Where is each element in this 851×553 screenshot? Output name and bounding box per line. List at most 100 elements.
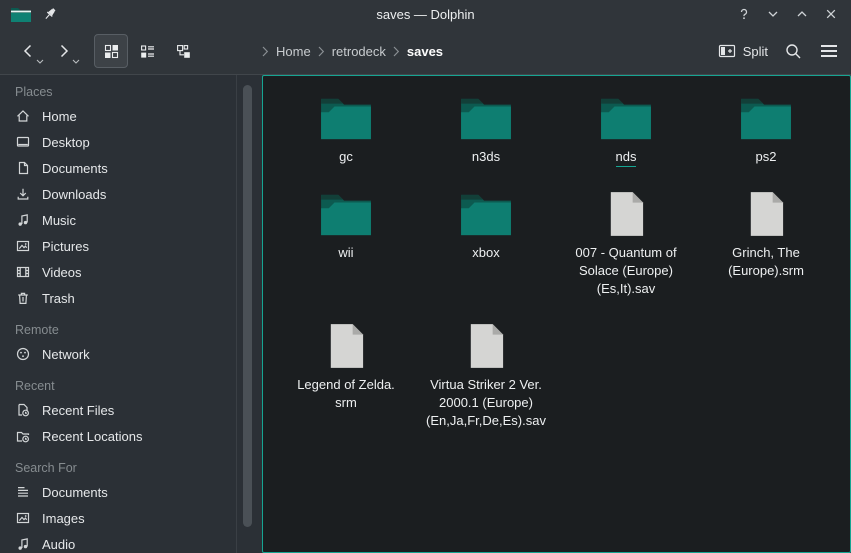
item-label: wii — [338, 244, 353, 262]
download-icon — [15, 186, 31, 202]
music-note-icon — [15, 212, 31, 228]
sidebar-item-network[interactable]: Network — [0, 341, 262, 367]
section-header: Search For — [0, 457, 262, 479]
sidebar-section-remote: RemoteNetwork — [0, 319, 262, 367]
item-label: xbox — [472, 244, 499, 262]
titlebar: saves — Dolphin — [0, 0, 851, 28]
sidebar-item-label: Images — [42, 511, 85, 526]
sidebar-item-label: Recent Locations — [42, 429, 142, 444]
toolbar: Home retrodeck saves Split — [0, 28, 851, 74]
maximize-icon[interactable] — [792, 4, 812, 24]
item-label: n3ds — [472, 148, 500, 166]
icons-view-icon — [103, 43, 120, 60]
icons-view-button[interactable] — [94, 34, 128, 68]
sidebar-scrollbar[interactable] — [243, 85, 252, 527]
item-label: 007 - Quantum ofSolace (Europe)(Es,It).s… — [575, 244, 676, 298]
sidebar-section-search-for: Search ForDocuments Images Audio — [0, 457, 262, 553]
file-item-legend-of-zelda[interactable]: Legend of Zelda.srm — [276, 316, 416, 448]
back-icon — [19, 42, 37, 60]
recent-locations-icon — [15, 428, 31, 444]
file-icon — [747, 190, 785, 238]
item-label: nds — [616, 148, 637, 166]
sidebar-item-recent-files[interactable]: Recent Files — [0, 397, 262, 423]
back-button[interactable] — [12, 35, 44, 67]
image-icon — [15, 510, 31, 526]
minimize-icon[interactable] — [763, 4, 783, 24]
file-item-grinch-the[interactable]: Grinch, The(Europe).srm — [696, 184, 836, 316]
file-item-007-quantum-of[interactable]: 007 - Quantum ofSolace (Europe)(Es,It).s… — [556, 184, 696, 316]
tree-view-button[interactable] — [166, 34, 200, 68]
folder-item-gc[interactable]: gc — [276, 88, 416, 184]
film-icon — [15, 264, 31, 280]
sidebar-item-pictures[interactable]: Pictures — [0, 233, 262, 259]
pin-icon[interactable] — [42, 6, 58, 22]
window-title: saves — Dolphin — [0, 7, 851, 22]
folder-item-n3ds[interactable]: n3ds — [416, 88, 556, 184]
breadcrumb: Home retrodeck saves — [262, 44, 443, 59]
sidebar-item-label: Videos — [42, 265, 82, 280]
search-icon[interactable] — [784, 42, 803, 61]
chevron-down-icon — [72, 59, 80, 64]
section-header: Recent — [0, 375, 262, 397]
folder-item-nds[interactable]: nds — [556, 88, 696, 184]
breadcrumb-home[interactable]: Home — [276, 44, 311, 59]
chevron-right-icon — [262, 46, 269, 57]
sidebar-item-music[interactable]: Music — [0, 207, 262, 233]
file-icon — [327, 322, 365, 370]
split-button[interactable]: Split — [718, 43, 768, 59]
item-label: gc — [339, 148, 353, 166]
folder-view[interactable]: gc n3ds nds ps2 wii xbox 007 - Quantum ofSolac… — [262, 75, 851, 553]
places-panel: PlacesHome Desktop Documents Downloads Music… — [0, 75, 262, 553]
sidebar-item-images[interactable]: Images — [0, 505, 262, 531]
sidebar-item-documents[interactable]: Documents — [0, 155, 262, 181]
file-icon — [467, 322, 505, 370]
sidebar-item-home[interactable]: Home — [0, 103, 262, 129]
sidebar-item-recent-locations[interactable]: Recent Locations — [0, 423, 262, 449]
details-view-button[interactable] — [130, 34, 164, 68]
folder-icon — [319, 94, 373, 142]
item-label: ps2 — [756, 148, 777, 166]
sidebar-item-label: Desktop — [42, 135, 90, 150]
hamburger-menu-icon[interactable] — [819, 43, 839, 59]
sidebar-item-label: Recent Files — [42, 403, 114, 418]
sidebar-item-label: Downloads — [42, 187, 106, 202]
breadcrumb-retrodeck[interactable]: retrodeck — [332, 44, 386, 59]
music-note-icon — [15, 536, 31, 552]
sidebar-item-trash[interactable]: Trash — [0, 285, 262, 311]
help-icon[interactable] — [734, 4, 754, 24]
folder-item-ps2[interactable]: ps2 — [696, 88, 836, 184]
text-lines-icon — [15, 484, 31, 500]
folder-item-wii[interactable]: wii — [276, 184, 416, 316]
breadcrumb-current[interactable]: saves — [407, 44, 443, 59]
details-view-icon — [139, 43, 156, 60]
sidebar-item-downloads[interactable]: Downloads — [0, 181, 262, 207]
sidebar-item-label: Trash — [42, 291, 75, 306]
folder-icon — [599, 94, 653, 142]
sidebar-item-videos[interactable]: Videos — [0, 259, 262, 285]
sidebar-item-label: Music — [42, 213, 76, 228]
close-icon[interactable] — [821, 4, 841, 24]
sidebar-item-label: Network — [42, 347, 90, 362]
folder-icon — [459, 94, 513, 142]
tree-view-icon — [175, 43, 192, 60]
sidebar-item-desktop[interactable]: Desktop — [0, 129, 262, 155]
section-header: Places — [0, 81, 262, 103]
chevron-right-icon — [393, 46, 400, 57]
desktop-icon — [15, 134, 31, 150]
home-icon — [15, 108, 31, 124]
image-icon — [15, 238, 31, 254]
folder-item-xbox[interactable]: xbox — [416, 184, 556, 316]
trash-icon — [15, 290, 31, 306]
folder-icon — [459, 190, 513, 238]
file-item-virtua-striker-2-ver[interactable]: Virtua Striker 2 Ver.2000.1 (Europe)(En,… — [416, 316, 556, 448]
forward-button[interactable] — [48, 35, 80, 67]
sidebar-item-documents[interactable]: Documents — [0, 479, 262, 505]
folder-icon — [319, 190, 373, 238]
dolphin-window: saves — Dolphin — [0, 0, 851, 553]
sidebar-item-label: Audio — [42, 537, 75, 552]
chevron-right-icon — [318, 46, 325, 57]
file-grid: gc n3ds nds ps2 wii xbox 007 - Quantum ofSolac… — [276, 88, 850, 448]
network-icon — [15, 346, 31, 362]
sidebar-item-audio[interactable]: Audio — [0, 531, 262, 553]
split-button-label: Split — [743, 44, 768, 59]
